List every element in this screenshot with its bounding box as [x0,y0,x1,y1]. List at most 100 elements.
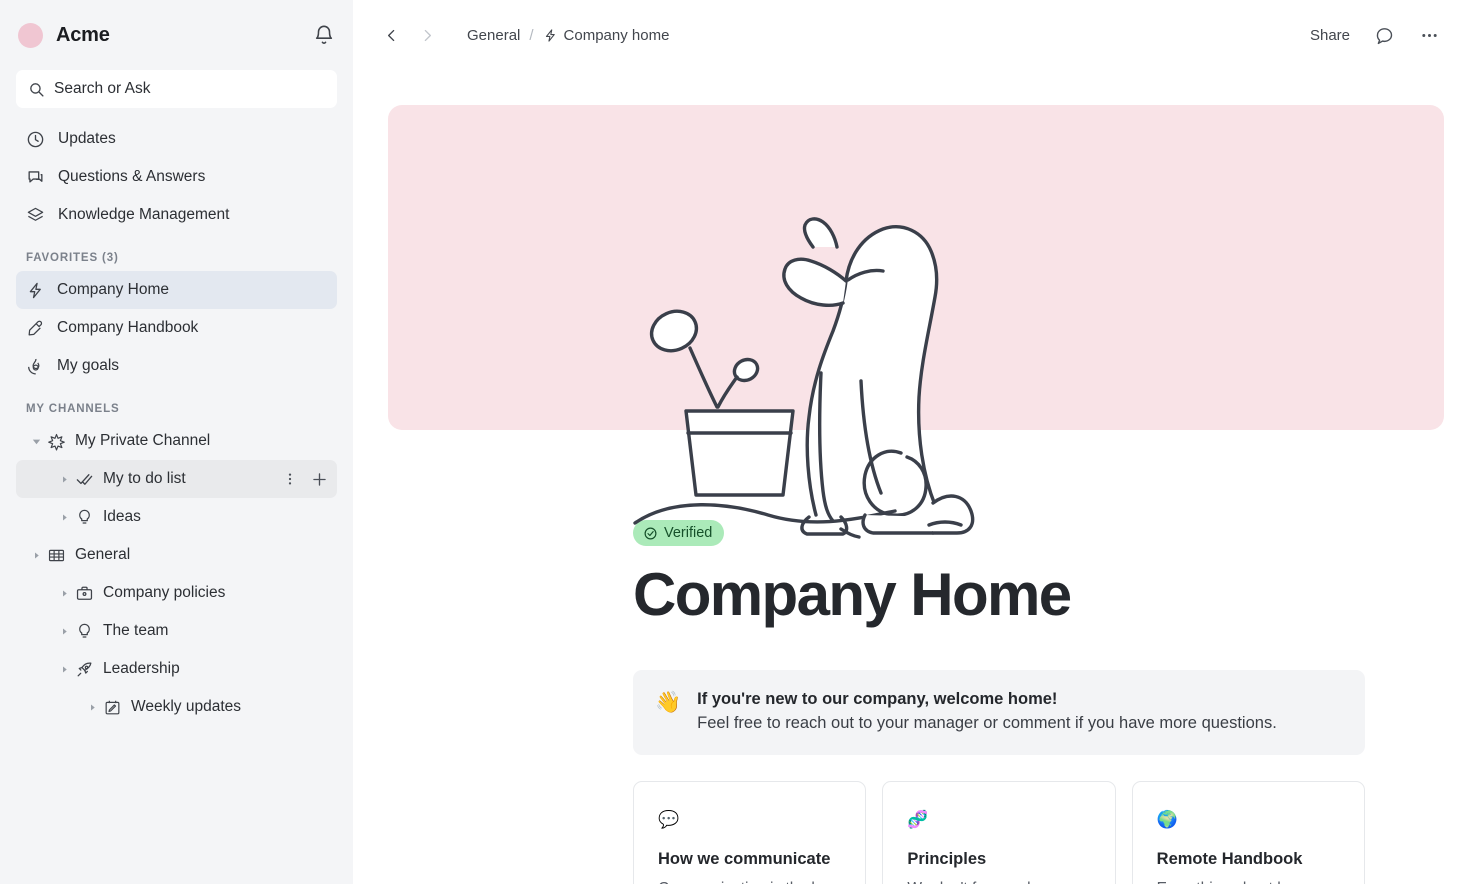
more-options-icon[interactable] [282,471,298,487]
card-title: Remote Handbook [1156,850,1303,868]
link-cards: 💬 How we communicate Communication is th… [633,781,1365,884]
callout-body: Feel free to reach out to your manager o… [697,714,1277,732]
chevron-right-icon[interactable] [26,545,46,565]
card-description: Everything about how we do remote [1157,877,1340,884]
sidebar-item-company-handbook[interactable]: Company Handbook [16,309,337,347]
check-circle-icon [644,527,657,539]
globe-icon: 🌍 [1156,810,1178,829]
breadcrumb-item-company-home[interactable]: Company home [543,26,670,44]
microphone-icon [28,320,43,335]
sidebar-item-my-goals[interactable]: My goals [16,347,337,385]
breadcrumb-item-general[interactable]: General [467,27,520,44]
lightbulb-icon [74,622,94,641]
card-remote-handbook[interactable]: 🌍 Remote Handbook Everything about how w… [1131,781,1365,884]
welcome-callout: 👋 If you're new to our company, welcome … [633,670,1365,755]
back-button[interactable] [381,25,401,45]
chevron-right-icon[interactable] [54,583,74,603]
card-how-we-communicate[interactable]: 💬 How we communicate Communication is th… [633,781,867,884]
sidebar-page-my-to-do-list[interactable]: My to do list [16,460,337,498]
channels-section-title: MY CHANNELS [26,403,120,415]
page-content: Verified Company Home 👋 If you're new to… [353,430,1462,884]
card-title: How we communicate [658,850,831,868]
waving-hand-icon: 👋 [655,691,682,714]
chevron-right-icon[interactable] [54,507,74,527]
sidebar-header: Acme [0,0,353,70]
dna-icon: 🧬 [907,810,929,829]
breadcrumb: General / Company home [467,27,669,44]
note-edit-icon [102,698,122,717]
row-actions [282,470,329,489]
sidebar-page-the-team[interactable]: The team [16,612,337,650]
sidebar-item-label: Knowledge Management [58,206,230,223]
status-badge: Verified [633,520,725,546]
sidebar-item-knowledge-management[interactable]: Knowledge Management [16,196,337,234]
sidebar-item-label: Company Home [57,281,169,298]
sidebar-item-label: Questions & Answers [58,168,206,185]
add-icon[interactable] [310,470,329,489]
layers-icon [27,207,44,221]
sidebar: Acme Search or Ask Updates Questions & A… [0,0,353,884]
breadcrumb-label: Company home [563,26,670,44]
chevron-right-icon[interactable] [54,469,74,489]
app-root: Acme Search or Ask Updates Questions & A… [0,0,1462,884]
clock-icon [27,131,44,147]
bell-icon[interactable] [313,24,335,46]
forward-button[interactable] [417,25,437,45]
briefcase-icon [74,584,94,603]
sidebar-item-label: Company policies [103,584,226,601]
share-button[interactable]: Share [1310,27,1350,44]
sidebar-item-company-home[interactable]: Company Home [16,271,337,309]
workspace-name: Acme [56,23,110,46]
navigation-arrows [381,25,437,45]
sidebar-item-label: My to do list [103,470,186,487]
favorites-section-title: FAVORITES (3) [26,252,119,264]
sidebar-page-company-policies[interactable]: Company policies [16,574,337,612]
search-input[interactable]: Search or Ask [16,70,337,108]
sidebar-item-updates[interactable]: Updates [16,120,337,158]
chevron-down-icon[interactable] [26,431,46,451]
sidebar-item-label: My Private Channel [75,432,211,449]
page-cover[interactable] [388,105,1444,539]
search-placeholder: Search or Ask [54,80,151,97]
grid-icon [46,546,66,565]
search-container: Search or Ask [0,70,353,108]
callout-text: If you're new to our company, welcome ho… [697,690,1277,733]
card-title: Principles [907,850,987,868]
breadcrumb-label: General [467,26,521,44]
lightning-icon [545,28,555,42]
sidebar-item-label: Weekly updates [131,698,241,715]
sidebar-item-label: General [75,546,131,563]
sidebar-item-label: Updates [58,130,116,147]
primary-nav: Updates Questions & Answers Knowledge Ma… [0,108,353,234]
sidebar-item-label: Leadership [103,660,180,677]
card-description: Communication is the key to teamwork, bo… [658,877,841,884]
sidebar-item-label: Ideas [103,508,141,525]
double-check-icon [74,470,94,489]
sidebar-page-ideas[interactable]: Ideas [16,498,337,536]
status-badge-label: Verified [664,525,713,541]
chevron-right-icon[interactable] [82,697,102,717]
fire-icon [28,358,40,374]
top-bar: General / Company home Share [353,0,1462,70]
sidebar-item-questions-answers[interactable]: Questions & Answers [16,158,337,196]
sidebar-page-leadership[interactable]: Leadership [16,650,337,688]
lightning-icon [29,282,41,298]
callout-heading: If you're new to our company, welcome ho… [697,690,1058,708]
workspace-switcher[interactable]: Acme [18,22,313,48]
lightbulb-icon [74,508,94,527]
sidebar-channel-my-private-channel[interactable]: My Private Channel [16,422,337,460]
top-bar-actions: Share [1310,25,1440,46]
card-principles[interactable]: 🧬 Principles We don't force values, we'r… [882,781,1116,884]
more-horizontal-icon[interactable] [1419,25,1440,46]
speech-balloon-icon: 💬 [658,810,680,829]
comment-icon[interactable] [1374,25,1395,46]
card-description: We don't force values, we're able to be … [907,877,1090,884]
sidebar-page-weekly-updates[interactable]: Weekly updates [16,688,337,726]
sidebar-item-label: The team [103,622,169,639]
chevron-right-icon[interactable] [54,621,74,641]
sidebar-item-label: Company Handbook [57,319,199,336]
chevron-right-icon[interactable] [54,659,74,679]
sidebar-channel-general[interactable]: General [16,536,337,574]
document-body: Verified Company Home 👋 If you're new to… [353,105,1462,884]
breadcrumb-separator: / [529,26,534,44]
